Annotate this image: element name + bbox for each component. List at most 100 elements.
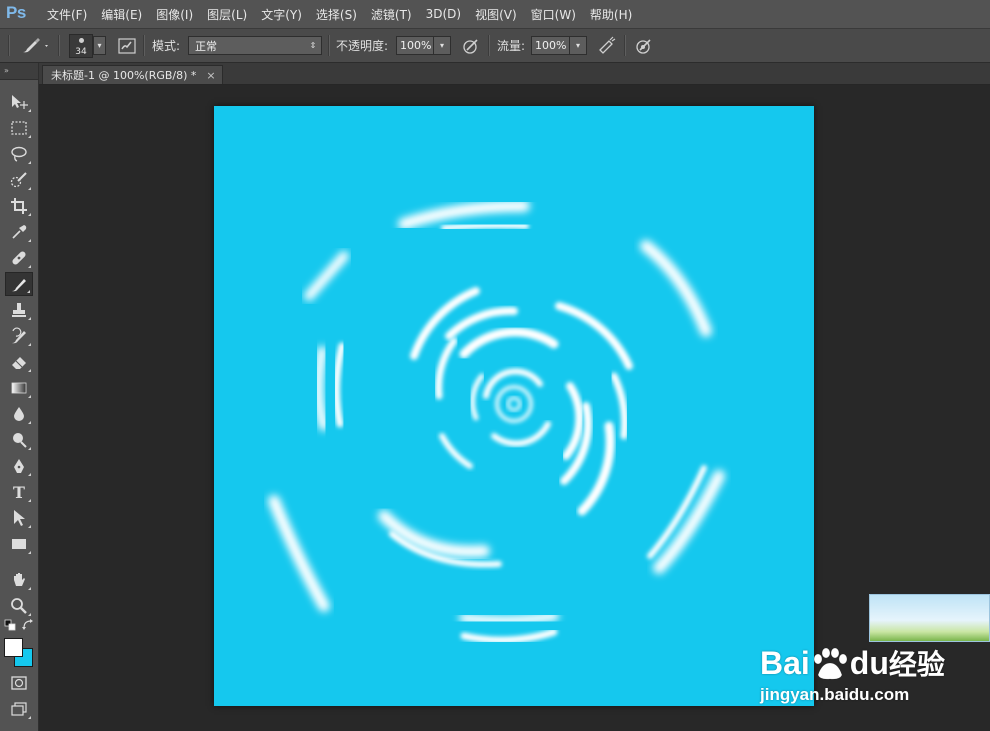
flow-label: 流量: <box>497 39 526 53</box>
watermark-brand-right: du <box>849 645 889 681</box>
menu-select[interactable]: 选择(S) <box>309 6 364 23</box>
pen-tool[interactable] <box>5 454 33 478</box>
document-canvas[interactable] <box>214 106 814 706</box>
swap-colors-button[interactable] <box>21 619 35 631</box>
magnifier-icon <box>11 598 27 614</box>
menu-3d[interactable]: 3D(D) <box>419 7 468 21</box>
toolbox-collapse-icon[interactable]: » <box>0 63 38 80</box>
options-bar: 34 ▾ 模式: 正常 ⇕ 不透明度: 100% ▾ 流量: 100% ▾ <box>0 29 990 63</box>
menu-file[interactable]: 文件(F) <box>40 6 94 23</box>
menu-help[interactable]: 帮助(H) <box>583 6 639 23</box>
flow-value: 100% <box>535 39 567 52</box>
move-icon <box>12 95 28 109</box>
default-colors-button[interactable] <box>3 619 17 631</box>
eyedropper-tool[interactable] <box>5 220 33 244</box>
blend-mode-value: 正常 <box>195 39 217 53</box>
menu-type[interactable]: 文字(Y) <box>254 6 309 23</box>
screen-mode-icon <box>11 702 27 716</box>
menu-layer[interactable]: 图层(L) <box>200 6 254 23</box>
marquee-icon <box>11 121 27 135</box>
tool-preset-picker[interactable] <box>20 29 48 62</box>
menu-window[interactable]: 窗口(W) <box>524 6 583 23</box>
mode-label: 模式: <box>152 39 181 53</box>
document-tab[interactable]: 未标题-1 @ 100%(RGB/8) * × <box>42 65 223 84</box>
history-brush-tool[interactable] <box>5 324 33 348</box>
photoshop-logo: Ps <box>6 3 26 22</box>
zoom-tool[interactable] <box>5 594 33 618</box>
brush-tip-icon <box>79 38 84 43</box>
brush-icon <box>12 279 26 292</box>
cursor-arrow-icon <box>14 510 25 526</box>
spinner-arrows-icon: ⇕ <box>309 41 317 50</box>
paw-icon <box>810 647 850 681</box>
close-icon[interactable]: × <box>206 69 215 82</box>
eraser-tool[interactable] <box>5 350 33 374</box>
gradient-icon <box>11 382 27 394</box>
opacity-field[interactable]: 100% ▾ <box>396 36 451 55</box>
hand-icon <box>14 573 25 586</box>
brush-picker-dropdown[interactable]: ▾ <box>93 36 106 55</box>
quick-selection-tool[interactable] <box>5 168 33 192</box>
document-tab-bar: 未标题-1 @ 100%(RGB/8) * × <box>39 63 990 85</box>
foreground-color-swatch[interactable] <box>4 638 23 657</box>
chevron-down-icon: ▾ <box>97 41 102 50</box>
pressure-opacity-icon <box>463 38 478 54</box>
airbrush-icon <box>599 36 616 54</box>
menu-filter[interactable]: 滤镜(T) <box>364 6 419 23</box>
lasso-tool[interactable] <box>5 142 33 166</box>
brush-size-preview[interactable]: 34 <box>69 34 93 58</box>
menu-items: 文件(F) 编辑(E) 图像(I) 图层(L) 文字(Y) 选择(S) 滤镜(T… <box>40 0 639 28</box>
lasso-icon <box>11 146 27 162</box>
menu-bar: Ps 文件(F) 编辑(E) 图像(I) 图层(L) 文字(Y) 选择(S) 滤… <box>0 0 990 29</box>
menu-image[interactable]: 图像(I) <box>149 6 200 23</box>
quick-mask-icon <box>11 676 27 690</box>
brush-panel-toggle[interactable] <box>117 29 137 62</box>
path-selection-tool[interactable] <box>5 506 33 530</box>
airbrush-button[interactable] <box>597 29 617 62</box>
crop-tool[interactable] <box>5 194 33 218</box>
menu-view[interactable]: 视图(V) <box>468 6 524 23</box>
swap-arrow-icon <box>22 619 33 630</box>
pressure-opacity-button[interactable] <box>461 29 481 62</box>
blur-tool[interactable] <box>5 402 33 426</box>
quick-selection-icon <box>10 172 27 188</box>
chevron-down-icon: ▾ <box>433 37 450 54</box>
default-colors-icon <box>4 619 16 631</box>
marquee-tool[interactable] <box>5 116 33 140</box>
baidu-logo: Bai du经验 <box>760 643 945 683</box>
watermark-brand-left: Bai <box>760 645 810 681</box>
stamp-icon <box>12 303 26 317</box>
bandage-icon <box>12 251 26 265</box>
move-tool[interactable] <box>5 90 33 114</box>
flow-field[interactable]: 100% ▾ <box>531 36 587 55</box>
pressure-size-button[interactable] <box>634 29 654 62</box>
brush-panel-icon <box>118 37 136 54</box>
type-tool[interactable]: T <box>5 480 33 504</box>
screen-mode-button[interactable] <box>5 697 33 721</box>
hand-tool[interactable] <box>5 568 33 592</box>
rectangle-icon <box>12 539 26 549</box>
gradient-tool[interactable] <box>5 376 33 400</box>
chevron-down-icon: ▾ <box>569 37 586 54</box>
menu-edit[interactable]: 编辑(E) <box>94 6 149 23</box>
pen-icon <box>14 459 24 473</box>
history-brush-icon <box>12 327 26 344</box>
dodge-icon <box>13 433 27 448</box>
healing-brush-tool[interactable] <box>5 246 33 270</box>
toolbox: » T <box>0 63 39 731</box>
clone-stamp-tool[interactable] <box>5 298 33 322</box>
opacity-label: 不透明度: <box>336 39 389 53</box>
rectangle-tool[interactable] <box>5 532 33 556</box>
watermark-brand-suffix: 经验 <box>888 649 945 680</box>
baidu-watermark: Bai du经验 jingyan.baidu.com <box>760 625 990 715</box>
swirl-artwork <box>268 200 725 644</box>
document-tab-title: 未标题-1 @ 100%(RGB/8) * <box>51 69 197 82</box>
watermark-url: jingyan.baidu.com <box>760 685 910 704</box>
drop-icon <box>14 407 24 421</box>
eraser-icon <box>12 357 26 369</box>
blend-mode-select[interactable]: 正常 ⇕ <box>188 36 322 55</box>
quick-mask-button[interactable] <box>5 671 33 695</box>
options-grip <box>8 35 10 56</box>
brush-tool[interactable] <box>5 272 33 296</box>
dodge-tool[interactable] <box>5 428 33 452</box>
